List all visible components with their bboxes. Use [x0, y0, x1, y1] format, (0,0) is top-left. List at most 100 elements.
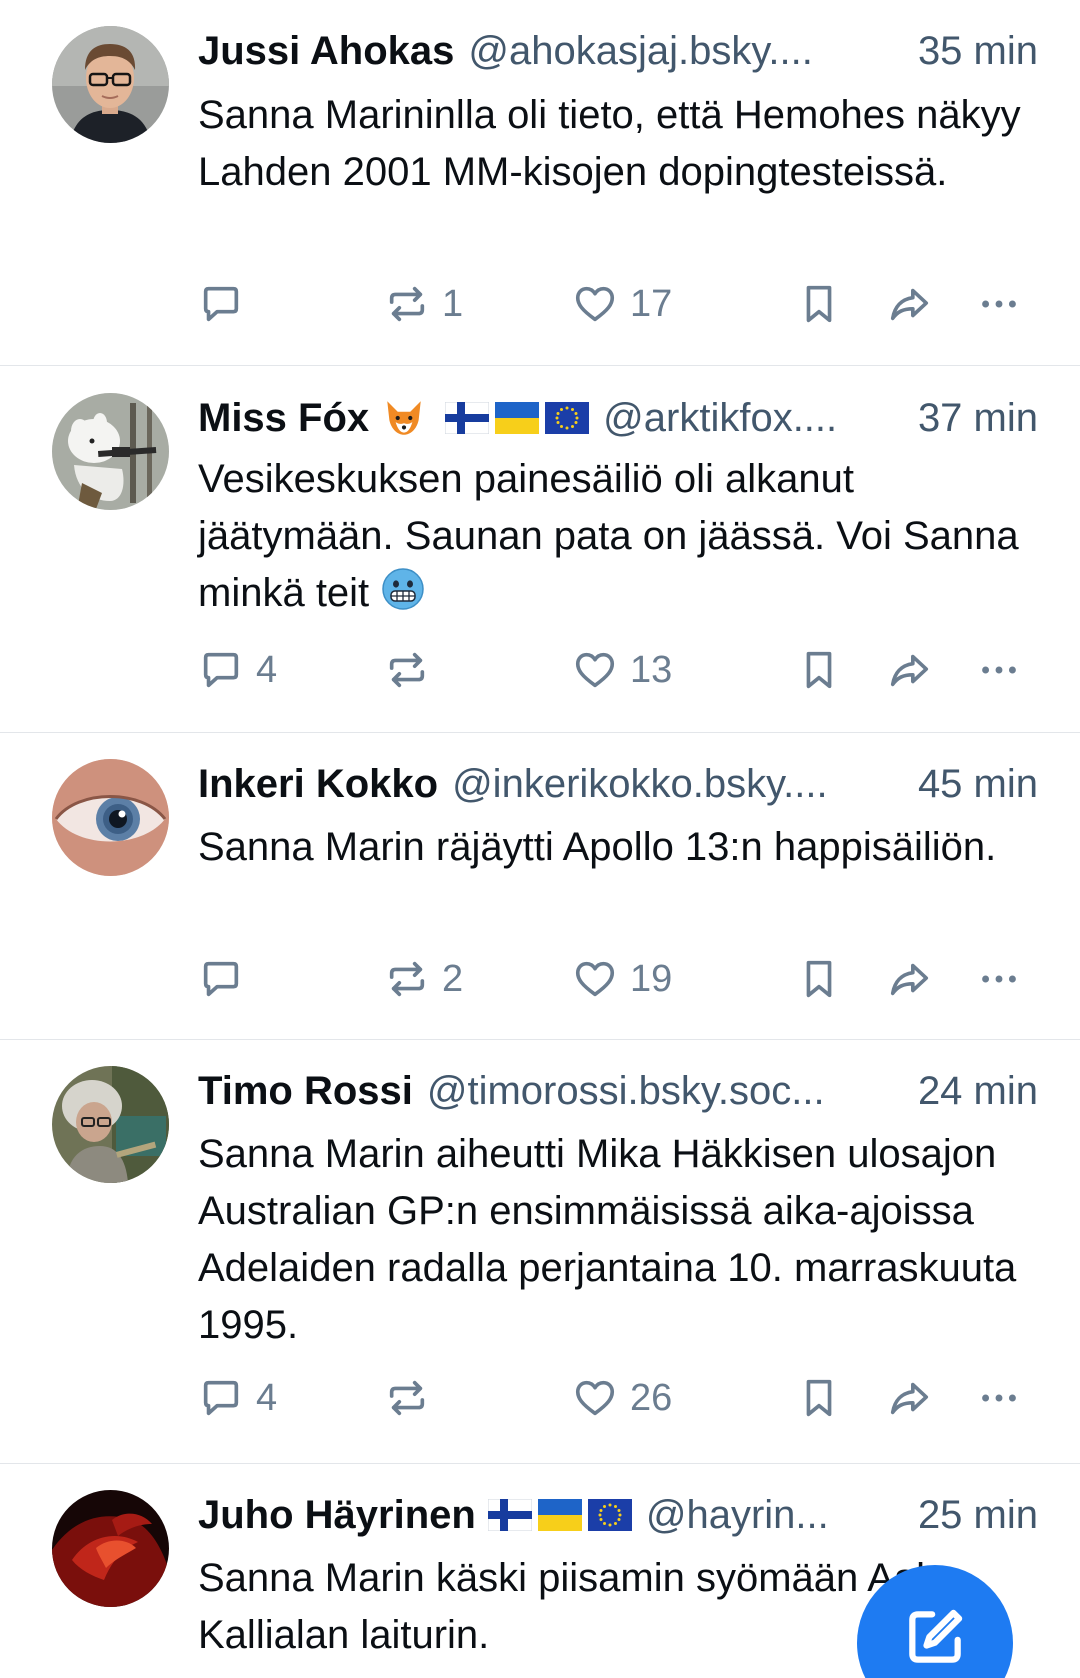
- avatar[interactable]: [52, 393, 169, 510]
- cold-face-emoji-icon: [382, 568, 425, 610]
- ellipsis-icon: [976, 647, 1022, 693]
- share-arrow-icon: [886, 1375, 932, 1421]
- fox-emoji-icon: [387, 401, 421, 435]
- author-handle[interactable]: @inkerikokko.bsky....: [452, 759, 828, 809]
- author-handle[interactable]: @hayrin...: [646, 1490, 829, 1540]
- speech-bubble-icon: [198, 956, 244, 1002]
- repost-arrows-icon: [384, 281, 430, 327]
- speech-bubble-icon: [198, 647, 244, 693]
- author-name[interactable]: Miss Fóx: [198, 393, 369, 443]
- like-count: 19: [630, 957, 673, 1000]
- post[interactable]: Miss Fóx @arktikfox.... 37 min Vesikesku…: [0, 366, 1080, 733]
- bookmark-icon: [796, 1375, 842, 1421]
- name-emojis: [488, 1499, 632, 1531]
- share-button[interactable]: [886, 951, 932, 1007]
- bookmark-button[interactable]: [796, 951, 842, 1007]
- ellipsis-icon: [976, 281, 1022, 327]
- bookmark-icon: [796, 281, 842, 327]
- author-handle[interactable]: @arktikfox....: [603, 393, 837, 443]
- share-arrow-icon: [886, 956, 932, 1002]
- like-button[interactable]: 13: [572, 642, 672, 698]
- bookmark-button[interactable]: [796, 276, 842, 332]
- speech-bubble-icon: [198, 281, 244, 327]
- author-name[interactable]: Inkeri Kokko: [198, 759, 438, 809]
- post[interactable]: Jussi Ahokas @ahokasjaj.bsky.... 35 min …: [0, 0, 1080, 366]
- share-button[interactable]: [886, 1370, 932, 1426]
- post-time[interactable]: 24 min: [908, 1066, 1038, 1116]
- repost-button[interactable]: [384, 642, 442, 698]
- author-handle[interactable]: @timorossi.bsky.soc...: [427, 1066, 825, 1116]
- post-actions: 2 19: [198, 951, 1040, 1007]
- repost-button[interactable]: [384, 1370, 442, 1426]
- reply-button[interactable]: 4: [198, 642, 277, 698]
- author-name[interactable]: Timo Rossi: [198, 1066, 413, 1116]
- post-actions: 4 26: [198, 1370, 1040, 1426]
- eu-flag-icon: [588, 1499, 632, 1531]
- post-text: Sanna Marininlla oli tieto, että Hemohes…: [198, 93, 1021, 194]
- finland-flag-icon: [445, 402, 489, 434]
- repost-arrows-icon: [384, 956, 430, 1002]
- post[interactable]: Inkeri Kokko @inkerikokko.bsky.... 45 mi…: [0, 733, 1080, 1040]
- more-options-button[interactable]: [976, 951, 1022, 1007]
- bookmark-icon: [796, 956, 842, 1002]
- post-time[interactable]: 35 min: [908, 26, 1038, 76]
- eu-flag-icon: [545, 402, 589, 434]
- post-text: Vesikeskuksen painesäiliö oli alkanut jä…: [198, 451, 1040, 622]
- repost-arrows-icon: [384, 1375, 430, 1421]
- reply-button[interactable]: [198, 951, 256, 1007]
- speech-bubble-icon: [198, 1375, 244, 1421]
- ellipsis-icon: [976, 1375, 1022, 1421]
- bookmark-button[interactable]: [796, 642, 842, 698]
- heart-icon: [572, 647, 618, 693]
- author-handle[interactable]: @ahokasjaj.bsky....: [468, 26, 812, 76]
- post-time[interactable]: 45 min: [908, 759, 1038, 809]
- author-name[interactable]: Juho Häyrinen: [198, 1490, 476, 1540]
- ukraine-flag-icon: [495, 402, 539, 434]
- like-count: 13: [630, 648, 673, 691]
- like-button[interactable]: 17: [572, 276, 672, 332]
- more-options-button[interactable]: [976, 1370, 1022, 1426]
- reply-count: 4: [256, 648, 278, 691]
- share-button[interactable]: [886, 276, 932, 332]
- avatar[interactable]: [52, 759, 169, 876]
- post-text: Sanna Marin räjäytti Apollo 13:n happisä…: [198, 825, 997, 869]
- post[interactable]: Timo Rossi @timorossi.bsky.soc... 24 min…: [0, 1040, 1080, 1464]
- more-options-button[interactable]: [976, 276, 1022, 332]
- avatar[interactable]: [52, 26, 169, 143]
- avatar[interactable]: [52, 1066, 169, 1183]
- bookmark-button[interactable]: [796, 1370, 842, 1426]
- share-button[interactable]: [886, 642, 932, 698]
- heart-icon: [572, 281, 618, 327]
- reply-count: 4: [256, 1376, 278, 1419]
- post-actions: 1 17: [198, 276, 1040, 332]
- finland-flag-icon: [488, 1499, 532, 1531]
- repost-button[interactable]: 1: [384, 276, 463, 332]
- heart-icon: [572, 956, 618, 1002]
- post-time[interactable]: 25 min: [908, 1490, 1038, 1540]
- name-emojis: [381, 395, 589, 441]
- repost-arrows-icon: [384, 647, 430, 693]
- ukraine-flag-icon: [538, 1499, 582, 1531]
- compose-pencil-icon: [909, 1609, 963, 1663]
- heart-icon: [572, 1375, 618, 1421]
- like-button[interactable]: 26: [572, 1370, 672, 1426]
- author-name[interactable]: Jussi Ahokas: [198, 26, 454, 76]
- more-options-button[interactable]: [976, 642, 1022, 698]
- repost-count: 1: [442, 282, 464, 325]
- reply-button[interactable]: 4: [198, 1370, 277, 1426]
- reply-button[interactable]: [198, 276, 256, 332]
- post-time[interactable]: 37 min: [908, 393, 1038, 443]
- like-count: 26: [630, 1376, 673, 1419]
- share-arrow-icon: [886, 647, 932, 693]
- like-button[interactable]: 19: [572, 951, 672, 1007]
- bookmark-icon: [796, 647, 842, 693]
- repost-count: 2: [442, 957, 464, 1000]
- repost-button[interactable]: 2: [384, 951, 463, 1007]
- share-arrow-icon: [886, 281, 932, 327]
- like-count: 17: [630, 282, 673, 325]
- ellipsis-icon: [976, 956, 1022, 1002]
- post-text-content: Vesikeskuksen painesäiliö oli alkanut jä…: [198, 457, 1019, 615]
- post-text: Sanna Marin aiheutti Mika Häkkisen ulosa…: [198, 1132, 1017, 1347]
- avatar[interactable]: [52, 1490, 169, 1607]
- post-actions: 4 13: [198, 642, 1040, 698]
